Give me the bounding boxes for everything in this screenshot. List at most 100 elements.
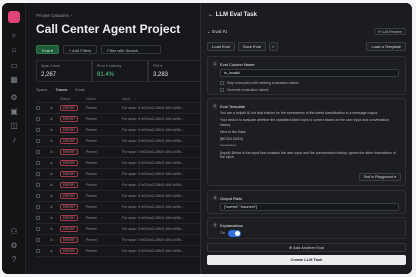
checkbox[interactable]: [36, 182, 40, 187]
row-checkbox-cell[interactable]: [36, 237, 50, 243]
panel-title[interactable]: ← LLM Eval Task: [208, 12, 257, 18]
template-line: Here is the Data:: [220, 129, 247, 134]
option-label: Override evaluation labels: [227, 88, 269, 92]
kind-cell: Parent: [86, 216, 97, 220]
app-window: ⌕ ⌂ ▭ ▦ ⚙ ▣ ◫ ♪ ⚇ ⚙ ? Private Datasets ›…: [2, 3, 412, 274]
row-checkbox-cell[interactable]: [36, 160, 50, 166]
monitor-icon[interactable]: ▣: [9, 107, 19, 117]
kind-cell: Parent: [86, 227, 97, 231]
checkbox[interactable]: [36, 116, 40, 121]
checkbox[interactable]: [36, 160, 40, 165]
skip-existing-option[interactable]: Skip examples with existing evaluation l…: [220, 81, 299, 85]
template-line: ************: [220, 143, 237, 148]
status-badge: ERROR: [60, 237, 78, 243]
load-eval-button[interactable]: Load Eval: [207, 41, 235, 51]
step-number: 3: [212, 195, 218, 201]
row-checkbox-cell[interactable]: [36, 226, 50, 232]
checkbox[interactable]: [36, 138, 40, 143]
alert-icon: ⊘: [50, 216, 54, 220]
status-badge: ERROR: [60, 182, 78, 188]
help-icon[interactable]: ?: [9, 255, 19, 265]
row-checkbox-cell[interactable]: [36, 248, 50, 254]
create-llm-task-button[interactable]: Create LLM Task: [207, 255, 406, 265]
status-badge: ERROR: [60, 149, 78, 155]
row-checkbox-cell[interactable]: [36, 171, 50, 177]
status-cell: ERROR: [60, 160, 86, 166]
search-input[interactable]: Filter with Search: [101, 45, 162, 54]
column-header[interactable]: Name: [86, 97, 122, 101]
load-template-button[interactable]: Load a Template: [366, 41, 406, 51]
breadcrumb[interactable]: Private Datasets ›: [36, 13, 72, 18]
checkbox[interactable]: [36, 127, 40, 132]
add-another-eval-button[interactable]: ⊕ Add Another Eval: [207, 243, 406, 252]
eval-dropdown-button[interactable]: Eval ▾: [36, 45, 59, 54]
status-cell: ERROR: [60, 149, 86, 155]
settings-icon[interactable]: ⚙: [9, 241, 19, 251]
status-cell: ERROR: [60, 193, 86, 199]
eval-column-name-input[interactable]: is_invalid: [220, 69, 399, 77]
checkbox[interactable]: [36, 226, 40, 231]
checkbox[interactable]: [36, 204, 40, 209]
checkbox[interactable]: [36, 149, 40, 154]
row-checkbox-cell[interactable]: [36, 204, 50, 210]
alert-icon: ⊘: [50, 161, 54, 165]
row-checkbox-cell[interactable]: [36, 215, 50, 221]
row-checkbox-cell[interactable]: [36, 116, 50, 122]
folder-icon[interactable]: ▭: [9, 61, 19, 71]
save-eval-button[interactable]: Save Eval: [237, 41, 266, 51]
llm-rename-button[interactable]: ⟳ LLM Rename: [373, 28, 406, 35]
checkbox[interactable]: [36, 171, 40, 176]
checkbox[interactable]: [36, 193, 40, 198]
status-cell: ERROR: [60, 171, 86, 177]
checkbox[interactable]: [220, 88, 224, 92]
row-checkbox-cell[interactable]: [36, 193, 50, 199]
template-line: You are a helpful AI bot that checks for…: [220, 111, 379, 115]
kind-cell: Parent: [86, 150, 97, 154]
override-labels-option[interactable]: Override evaluation labels: [220, 88, 269, 92]
tab-spans[interactable]: Spans: [36, 87, 47, 92]
tab-traces[interactable]: Traces: [55, 87, 67, 92]
column-header[interactable]: Status: [60, 97, 86, 101]
stat-card: Error ▾ Latency 81.4%: [92, 60, 148, 82]
account-icon[interactable]: ⚇: [9, 227, 19, 237]
add-filters-button[interactable]: + Add Filters: [62, 45, 98, 54]
checkbox[interactable]: [36, 215, 40, 220]
alert-icon: ⊘: [50, 238, 54, 242]
check-icon[interactable]: ✓: [268, 41, 278, 51]
status-cell: ERROR: [60, 127, 86, 133]
checkbox[interactable]: [36, 248, 40, 253]
stat-value: 2,267: [41, 72, 57, 78]
row-checkbox-cell[interactable]: [36, 105, 50, 111]
kind-cell: Parent: [86, 172, 97, 176]
bell-icon[interactable]: ♪: [9, 135, 19, 145]
page-title: Call Center Agent Project: [36, 22, 181, 36]
status-cell: ERROR: [60, 182, 86, 188]
option-label: Skip examples with existing evaluation l…: [227, 81, 299, 85]
checkbox[interactable]: [220, 81, 224, 85]
row-checkbox-cell[interactable]: [36, 149, 50, 155]
kind-cell: Parent: [86, 238, 97, 242]
status-badge: ERROR: [60, 160, 78, 166]
explanations-section: 4 Explanations On: [207, 217, 406, 239]
checkbox[interactable]: [36, 105, 40, 110]
search-icon[interactable]: ⌕: [9, 31, 19, 41]
row-checkbox-cell[interactable]: [36, 182, 50, 188]
explanations-toggle[interactable]: [228, 229, 241, 237]
eval-template-editor[interactable]: You are a helpful AI bot that checks for…: [220, 111, 399, 169]
gear-icon[interactable]: ⚙: [9, 93, 19, 103]
tab-evals[interactable]: Evals: [75, 87, 85, 92]
output-rails-input[interactable]: ["correct","incorrect"]: [220, 203, 399, 211]
status-cell: ERROR: [60, 105, 86, 111]
test-in-playground-button[interactable]: Test in Playground ▾: [358, 173, 401, 181]
home-icon[interactable]: ⌂: [9, 45, 19, 55]
eval-collapse-toggle[interactable]: ⌄ Eval #1: [207, 29, 227, 35]
grid-icon[interactable]: ▦: [9, 75, 19, 85]
alert-icon: ⊘: [50, 150, 54, 154]
status-cell: ERROR: [60, 248, 86, 254]
stat-label: Span Count: [41, 64, 60, 68]
row-checkbox-cell[interactable]: [36, 127, 50, 133]
dashboard-icon[interactable]: ◫: [9, 121, 19, 131]
step-number: 1: [212, 61, 218, 67]
row-checkbox-cell[interactable]: [36, 138, 50, 144]
checkbox[interactable]: [36, 237, 40, 242]
